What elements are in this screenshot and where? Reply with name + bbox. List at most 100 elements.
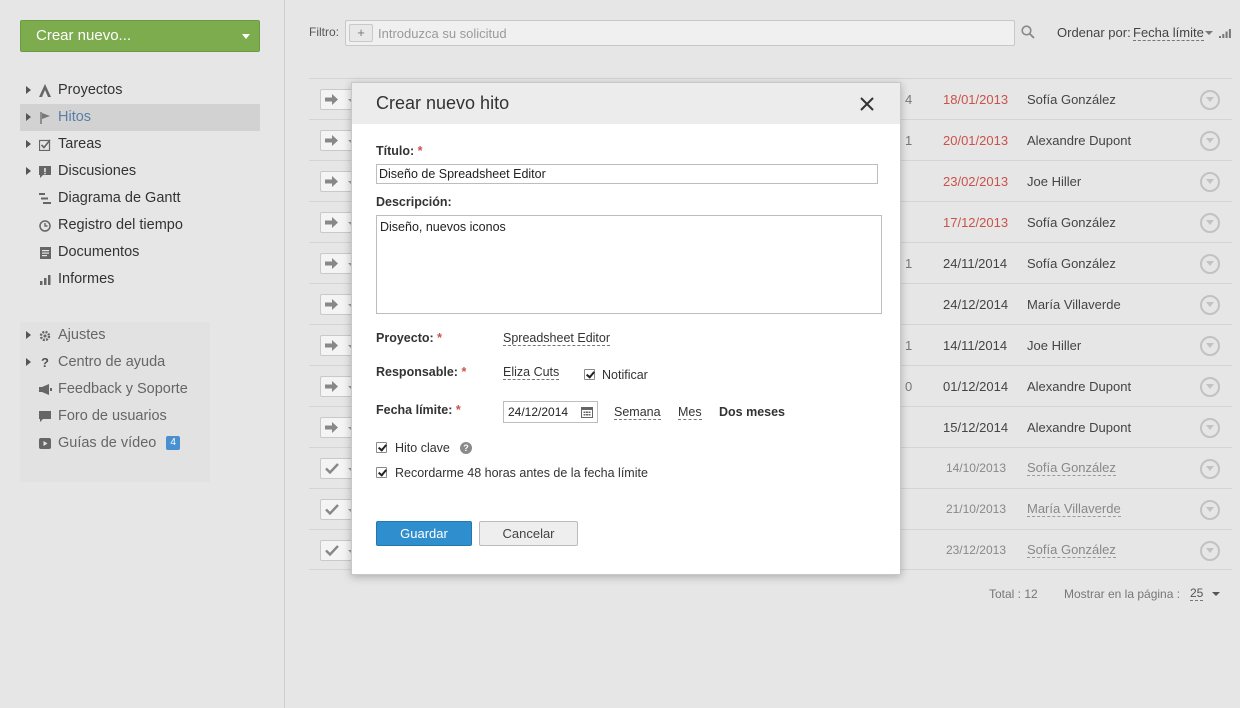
gear-icon — [38, 322, 52, 352]
required-mark: * — [455, 403, 461, 417]
expand-arrow-icon[interactable] — [26, 86, 31, 94]
status-button[interactable] — [320, 171, 354, 192]
filter-label: Filtro: — [309, 25, 339, 39]
projects-icon — [38, 77, 52, 107]
task-count: 1 — [905, 338, 913, 353]
checkbox-icon — [38, 131, 52, 161]
total-count: Total : 12 — [989, 587, 1038, 601]
save-button[interactable]: Guardar — [376, 521, 472, 546]
sidebar-item-label: Centro de ayuda — [58, 354, 166, 370]
status-button[interactable] — [320, 458, 354, 479]
sidebar-item-milestones[interactable]: Hitos — [20, 104, 260, 131]
sort-value-link[interactable]: Fecha límite — [1133, 25, 1204, 41]
filter-input[interactable] — [378, 25, 998, 41]
status-button[interactable] — [320, 253, 354, 274]
reminder-checkbox[interactable] — [376, 467, 387, 478]
responsible-name[interactable]: María Villaverde — [1027, 502, 1121, 517]
dialog-header: Crear nuevo hito — [352, 83, 900, 124]
row-menu-icon[interactable] — [1200, 377, 1220, 397]
responsible-name[interactable]: Sofía González — [1027, 461, 1116, 476]
row-menu-icon[interactable] — [1200, 90, 1220, 110]
status-button[interactable] — [320, 294, 354, 315]
notify-checkbox[interactable] — [584, 369, 595, 380]
chevron-down-icon — [242, 34, 250, 39]
sidebar-item-settings[interactable]: Ajustes — [20, 322, 210, 349]
search-icon[interactable] — [1021, 25, 1035, 39]
status-button[interactable] — [320, 335, 354, 356]
row-menu-icon[interactable] — [1200, 295, 1220, 315]
row-menu-icon[interactable] — [1200, 459, 1220, 479]
sidebar-item-label: Guías de vídeo — [58, 435, 157, 451]
row-menu-icon[interactable] — [1200, 500, 1220, 520]
status-button[interactable] — [320, 89, 354, 110]
row-menu-icon[interactable] — [1200, 213, 1220, 233]
add-filter-button[interactable]: + — [349, 24, 373, 42]
calendar-icon[interactable] — [581, 406, 593, 418]
responsible-name[interactable]: Sofía González — [1027, 543, 1116, 558]
expand-arrow-icon[interactable] — [26, 358, 31, 366]
sidebar-item-discussions[interactable]: Discusiones — [20, 158, 260, 185]
chevron-down-icon[interactable] — [1205, 31, 1213, 35]
status-button[interactable] — [320, 212, 354, 233]
deadline-date-input[interactable] — [508, 405, 570, 419]
sort-order-icon[interactable] — [1219, 29, 1231, 38]
sidebar-item-gantt[interactable]: Diagrama de Gantt — [20, 185, 260, 212]
row-menu-icon[interactable] — [1200, 541, 1220, 561]
deadline-date: 14/10/2013 — [945, 461, 1006, 475]
row-menu-icon[interactable] — [1200, 418, 1220, 438]
deadline-date: 18/01/2013 — [943, 92, 1009, 107]
sidebar-item-label: Hitos — [58, 109, 92, 125]
per-page-label: Mostrar en la página : — [1064, 587, 1181, 601]
per-page-select[interactable]: 25 — [1190, 587, 1204, 601]
deadline-date-field[interactable] — [503, 401, 598, 423]
close-icon[interactable] — [859, 96, 875, 112]
row-menu-icon[interactable] — [1200, 254, 1220, 274]
create-new-button[interactable]: Crear nuevo... — [20, 20, 260, 52]
sidebar-item-label: Diagrama de Gantt — [58, 190, 181, 206]
cancel-button[interactable]: Cancelar — [479, 521, 578, 546]
expand-arrow-icon[interactable] — [26, 113, 31, 121]
quick-week-link[interactable]: Semana — [614, 405, 661, 420]
row-menu-icon[interactable] — [1200, 172, 1220, 192]
sidebar-item-documents[interactable]: Documentos — [20, 239, 260, 266]
sidebar-item-label: Ajustes — [58, 327, 106, 343]
sidebar-item-tasks[interactable]: Tareas — [20, 131, 260, 158]
status-button[interactable] — [320, 417, 354, 438]
sidebar-item-help-center[interactable]: ? Centro de ayuda — [20, 349, 210, 376]
help-icon[interactable]: ? — [460, 442, 472, 454]
sidebar-item-projects[interactable]: Proyectos — [20, 77, 260, 104]
sidebar-item-feedback[interactable]: Feedback y Soporte — [20, 376, 210, 403]
key-milestone-checkbox[interactable] — [376, 442, 387, 453]
status-button[interactable] — [320, 540, 354, 561]
project-select[interactable]: Spreadsheet Editor — [503, 331, 611, 346]
row-menu-icon[interactable] — [1200, 131, 1220, 151]
row-menu-icon[interactable] — [1200, 336, 1220, 356]
quick-month-link[interactable]: Mes — [678, 405, 702, 420]
required-mark: * — [437, 331, 443, 345]
status-button[interactable] — [320, 376, 354, 397]
megaphone-icon — [38, 376, 52, 405]
sidebar-item-forum[interactable]: Foro de usuarios — [20, 403, 210, 430]
play-icon — [38, 430, 52, 459]
expand-arrow-icon[interactable] — [26, 140, 31, 148]
key-milestone-label: Hito clave — [395, 441, 450, 455]
status-button[interactable] — [320, 130, 354, 151]
filter-box[interactable]: + — [345, 20, 1015, 46]
description-textarea[interactable]: Diseño, nuevos iconos — [376, 215, 882, 314]
chevron-down-icon[interactable] — [1212, 592, 1220, 596]
create-milestone-dialog: Crear nuevo hito Título: * Descripción: … — [351, 82, 901, 575]
quick-two-months-selected[interactable]: Dos meses — [719, 405, 785, 419]
sidebar-item-label: Foro de usuarios — [58, 408, 167, 424]
expand-arrow-icon[interactable] — [26, 167, 31, 175]
title-label-text: Título: — [376, 144, 415, 158]
responsible-name: Alexandre Dupont — [1027, 379, 1132, 394]
status-button[interactable] — [320, 499, 354, 520]
title-input[interactable] — [376, 164, 878, 184]
sidebar-item-video-guides[interactable]: Guías de vídeo 4 — [20, 430, 210, 457]
task-count: 1 — [905, 256, 913, 271]
expand-arrow-icon[interactable] — [26, 331, 31, 339]
sidebar-item-reports[interactable]: Informes — [20, 266, 260, 293]
responsible-name: Joe Hiller — [1027, 338, 1082, 353]
sidebar-item-time-tracking[interactable]: Registro del tiempo — [20, 212, 260, 239]
responsible-select[interactable]: Eliza Cuts — [503, 365, 560, 380]
